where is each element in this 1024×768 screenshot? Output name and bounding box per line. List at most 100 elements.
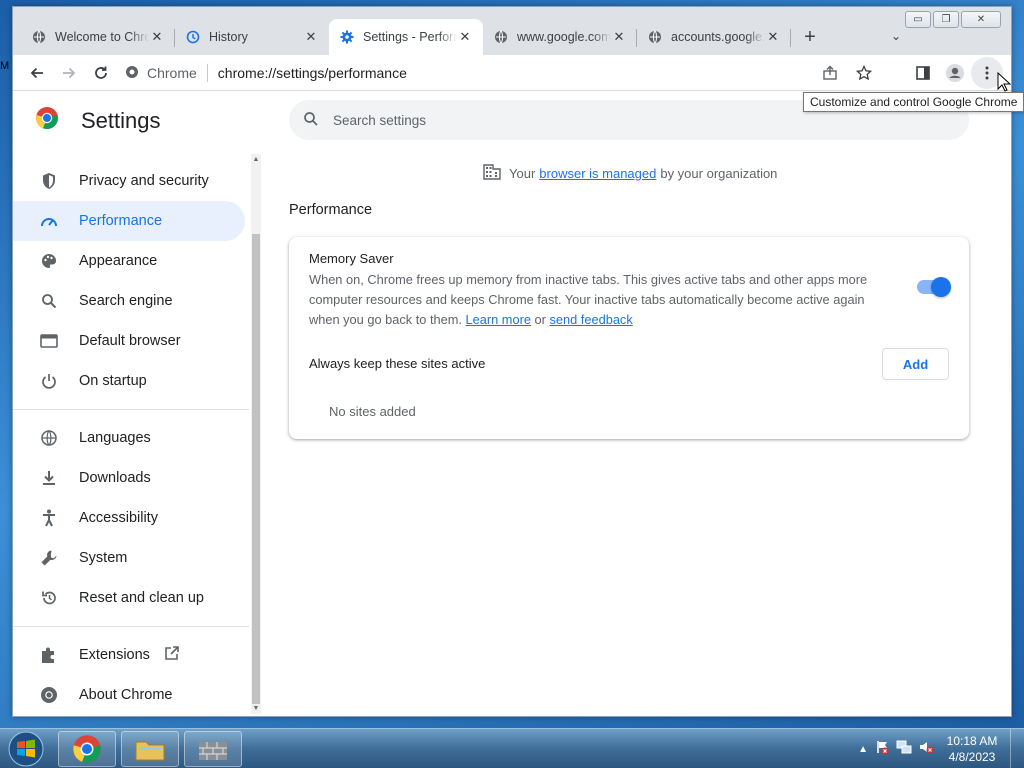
memory-saver-toggle[interactable] [917,277,951,297]
or-text: or [534,312,546,327]
building-icon [483,164,501,183]
chrome-logo-icon [35,106,59,135]
taskbar: ▲ 10:18 AM 4/8/2023 [0,728,1024,768]
chrome-icon [125,65,139,82]
history-icon [185,29,201,45]
tab-history[interactable]: History ✕ [175,19,329,55]
globe-icon [39,428,59,448]
side-panel-icon[interactable] [907,57,939,89]
managed-suffix: by your organization [660,166,778,181]
network-icon[interactable] [896,739,912,760]
sidebar-item-search-engine[interactable]: Search engine [13,281,245,321]
close-icon[interactable]: ✕ [765,29,781,45]
tab-settings[interactable]: Settings - Performance ✕ [329,19,483,55]
sidebar-item-on-startup[interactable]: On startup [13,361,245,401]
window-controls: ▭ ❐ ✕ [905,11,1001,28]
sidebar-item-label: Appearance [79,253,158,269]
sidebar-item-label: Search engine [79,293,173,309]
tab-welcome[interactable]: Welcome to Chrome ✕ [21,19,175,55]
close-icon[interactable]: ✕ [149,29,165,45]
tab-search-button[interactable]: ⌄ [891,29,901,43]
show-hidden-icons-icon[interactable]: ▲ [858,744,868,755]
scrollbar-thumb[interactable] [252,234,260,704]
omnibox-actions [817,60,877,86]
minimize-button[interactable]: ▭ [905,11,931,28]
show-desktop-button[interactable] [1010,729,1024,768]
reset-icon [39,588,59,608]
tab-title: accounts.google.com [671,30,765,44]
taskbar-explorer-button[interactable] [121,731,179,767]
managed-notice: Your browser is managed by your organiza… [483,164,777,183]
sidebar-item-label: On startup [79,373,147,389]
tab-google[interactable]: www.google.com ✕ [483,19,637,55]
sidebar-item-performance[interactable]: Performance [13,201,245,241]
menu-tooltip: Customize and control Google Chrome [803,92,1024,112]
start-button[interactable] [6,730,46,768]
palette-icon [39,251,59,271]
maximize-button[interactable]: ❐ [933,11,959,28]
sidebar-item-system[interactable]: System [13,538,245,578]
sidebar-item-reset[interactable]: Reset and clean up [13,578,245,618]
volume-muted-icon[interactable] [918,739,934,760]
nav-divider [13,409,249,410]
sidebar-scrollbar[interactable]: ▲ ▼ [251,154,261,714]
memory-saver-description: When on, Chrome frees up memory from ina… [309,270,889,330]
sidebar-item-languages[interactable]: Languages [13,418,245,458]
close-icon[interactable]: ✕ [303,29,319,45]
tab-accounts[interactable]: accounts.google.com ✕ [637,19,791,55]
sidebar-item-accessibility[interactable]: Accessibility [13,498,245,538]
sidebar-item-appearance[interactable]: Appearance [13,241,245,281]
close-icon[interactable]: ✕ [611,29,627,45]
close-icon[interactable]: ✕ [457,29,473,45]
back-arrow-icon[interactable] [21,57,53,89]
address-bar[interactable]: Chrome chrome://settings/performance [125,58,885,88]
tab-title: www.google.com [517,30,611,44]
sidebar-item-label: System [79,550,128,566]
learn-more-link[interactable]: Learn more [466,312,531,327]
close-window-button[interactable]: ✕ [961,11,1001,28]
sidebar-item-about-chrome[interactable]: About Chrome [13,675,245,715]
tab-strip: Welcome to Chrome ✕ History ✕ Settings -… [21,19,825,55]
share-icon[interactable] [817,60,843,86]
sidebar-item-label: Performance [79,213,163,229]
send-feedback-link[interactable]: send feedback [549,312,632,327]
site-chip[interactable]: Chrome [125,64,208,82]
desktop-edge-text: M [0,60,10,72]
browser-managed-link[interactable]: browser is managed [539,166,656,181]
no-sites-text: No sites added [329,404,416,419]
action-center-icon[interactable] [874,739,890,760]
scroll-up-arrow-icon[interactable]: ▲ [252,156,260,163]
forward-arrow-icon[interactable] [53,57,85,89]
toolbar: Chrome chrome://settings/performance [13,55,1011,91]
reload-icon[interactable] [85,57,117,89]
sidebar-item-label: Reset and clean up [79,590,204,606]
settings-page: Settings Search settings Privacy and sec… [13,92,1011,716]
speedometer-icon [39,211,59,231]
taskbar-firewall-button[interactable] [184,731,242,767]
scroll-down-arrow-icon[interactable]: ▼ [252,705,260,712]
sidebar-item-label: Default browser [79,333,181,349]
performance-card: Memory Saver When on, Chrome frees up me… [289,237,969,439]
sidebar-item-privacy[interactable]: Privacy and security [13,161,245,201]
chrome-icon [39,685,59,705]
url-text: chrome://settings/performance [217,65,407,81]
always-active-label: Always keep these sites active [309,356,486,371]
bookmark-star-icon[interactable] [851,60,877,86]
toolbar-right-group [907,57,1003,89]
external-link-icon [164,645,180,665]
new-tab-button[interactable]: + [795,19,825,55]
add-site-button[interactable]: Add [882,348,949,380]
sidebar-item-downloads[interactable]: Downloads [13,458,245,498]
globe-icon [493,29,509,45]
sidebar-item-label: About Chrome [79,687,173,703]
settings-sidebar: Privacy and security Performance Appeara… [13,154,251,716]
power-icon [39,371,59,391]
wrench-icon [39,548,59,568]
clock-date: 4/8/2023 [948,750,996,764]
section-title: Performance [289,202,373,218]
clock[interactable]: 10:18 AM 4/8/2023 [940,733,1004,765]
taskbar-chrome-button[interactable] [58,731,116,767]
sidebar-item-extensions[interactable]: Extensions [13,635,245,675]
sidebar-item-default-browser[interactable]: Default browser [13,321,245,361]
profile-avatar-icon[interactable] [939,57,971,89]
